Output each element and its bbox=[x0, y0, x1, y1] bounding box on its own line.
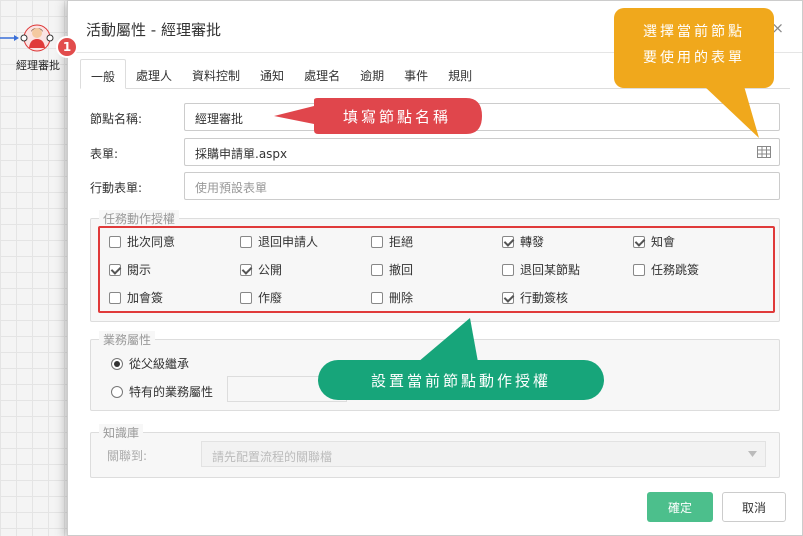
tab-handler[interactable]: 處理人 bbox=[126, 59, 182, 88]
chevron-down-icon bbox=[748, 451, 757, 457]
business-legend: 業務屬性 bbox=[99, 331, 156, 348]
perm-delete[interactable]: 刪除 bbox=[371, 289, 413, 306]
radio-inherit-parent[interactable]: 從父級繼承 bbox=[111, 355, 189, 372]
task-permissions-legend: 任務動作授權 bbox=[99, 210, 180, 227]
perm-task-jump[interactable]: 任務跳簽 bbox=[633, 261, 699, 278]
perm-void[interactable]: 作廢 bbox=[240, 289, 282, 306]
checkbox-checked[interactable] bbox=[109, 263, 121, 276]
perm-return-to-applicant[interactable]: 退回申請人 bbox=[240, 233, 318, 250]
radio-unselected[interactable] bbox=[111, 385, 123, 398]
mobile-form-row: 行動表單: 使用預設表單 bbox=[90, 172, 782, 200]
checkbox[interactable] bbox=[633, 263, 645, 276]
radio-selected[interactable] bbox=[111, 357, 123, 370]
node-label: 經理審批 bbox=[16, 59, 60, 72]
ok-button[interactable]: 確定 bbox=[647, 492, 713, 522]
tab-data-control[interactable]: 資料控制 bbox=[182, 59, 250, 88]
tab-rules[interactable]: 規則 bbox=[438, 59, 482, 88]
tab-events[interactable]: 事件 bbox=[394, 59, 438, 88]
dialog-title: 活動屬性 - 經理審批 bbox=[86, 21, 221, 39]
checkbox-checked[interactable] bbox=[240, 263, 252, 276]
link-to-select[interactable]: 請先配置流程的關聯檔 bbox=[201, 441, 766, 467]
tab-notification[interactable]: 通知 bbox=[250, 59, 294, 88]
perm-forward[interactable]: 轉發 bbox=[502, 233, 544, 250]
table-picker-icon[interactable] bbox=[757, 146, 771, 158]
checkbox[interactable] bbox=[371, 235, 383, 248]
checkbox-checked[interactable] bbox=[633, 235, 645, 248]
checkbox[interactable] bbox=[240, 235, 252, 248]
checkbox-checked[interactable] bbox=[502, 235, 514, 248]
perm-reject[interactable]: 拒絕 bbox=[371, 233, 413, 250]
fill-name-callout: 填寫節點名稱 bbox=[342, 107, 451, 126]
node-name-label: 節點名稱: bbox=[90, 112, 143, 126]
incoming-arrow-icon bbox=[0, 35, 19, 41]
form-value: 採購申請單.aspx bbox=[195, 147, 288, 161]
form-label: 表單: bbox=[90, 147, 119, 161]
step-number-badge: 1 bbox=[56, 36, 78, 58]
set-permissions-callout: 設置當前節點動作授權 bbox=[370, 371, 551, 390]
perm-withdraw[interactable]: 撤回 bbox=[371, 261, 413, 278]
knowledge-legend: 知識庫 bbox=[99, 424, 144, 441]
tab-process-name[interactable]: 處理名 bbox=[294, 59, 350, 88]
choose-form-callout-line2: 要使用的表單 bbox=[643, 50, 745, 66]
perm-batch-approve[interactable]: 批次同意 bbox=[109, 233, 175, 250]
checkbox[interactable] bbox=[371, 263, 383, 276]
perm-notify[interactable]: 知會 bbox=[633, 233, 675, 250]
choose-form-callout-line1: 選擇當前節點 bbox=[643, 24, 745, 40]
perm-add-cosign[interactable]: 加會簽 bbox=[109, 289, 163, 306]
perm-return-to-node[interactable]: 退回某節點 bbox=[502, 261, 580, 278]
checkbox[interactable] bbox=[109, 291, 121, 304]
cancel-button[interactable]: 取消 bbox=[722, 492, 786, 522]
perm-public[interactable]: 公開 bbox=[240, 261, 282, 278]
mobile-form-input[interactable]: 使用預設表單 bbox=[184, 172, 780, 200]
knowledge-base-group: 知識庫 關聯到: 請先配置流程的關聯檔 bbox=[90, 424, 780, 478]
perm-mobile-approve[interactable]: 行動簽核 bbox=[502, 289, 568, 306]
mobile-form-label: 行動表單: bbox=[90, 181, 143, 195]
checkbox[interactable] bbox=[240, 291, 252, 304]
checkbox-checked[interactable] bbox=[502, 291, 514, 304]
node-port-right-icon[interactable] bbox=[46, 34, 54, 42]
checkbox[interactable] bbox=[109, 235, 121, 248]
node-port-left-icon[interactable] bbox=[20, 34, 28, 42]
checkbox[interactable] bbox=[502, 263, 514, 276]
radio-specific-business[interactable]: 特有的業務屬性 bbox=[111, 383, 213, 400]
link-to-label: 關聯到: bbox=[107, 449, 148, 463]
perm-review[interactable]: 閱示 bbox=[109, 261, 151, 278]
tab-overdue[interactable]: 逾期 bbox=[350, 59, 394, 88]
task-permissions-group: 任務動作授權 批次同意 退回申請人 拒絕 轉發 知會 閱示 公開 撤回 退回某節… bbox=[90, 210, 780, 322]
checkbox[interactable] bbox=[371, 291, 383, 304]
tab-general[interactable]: 一般 bbox=[80, 59, 127, 89]
